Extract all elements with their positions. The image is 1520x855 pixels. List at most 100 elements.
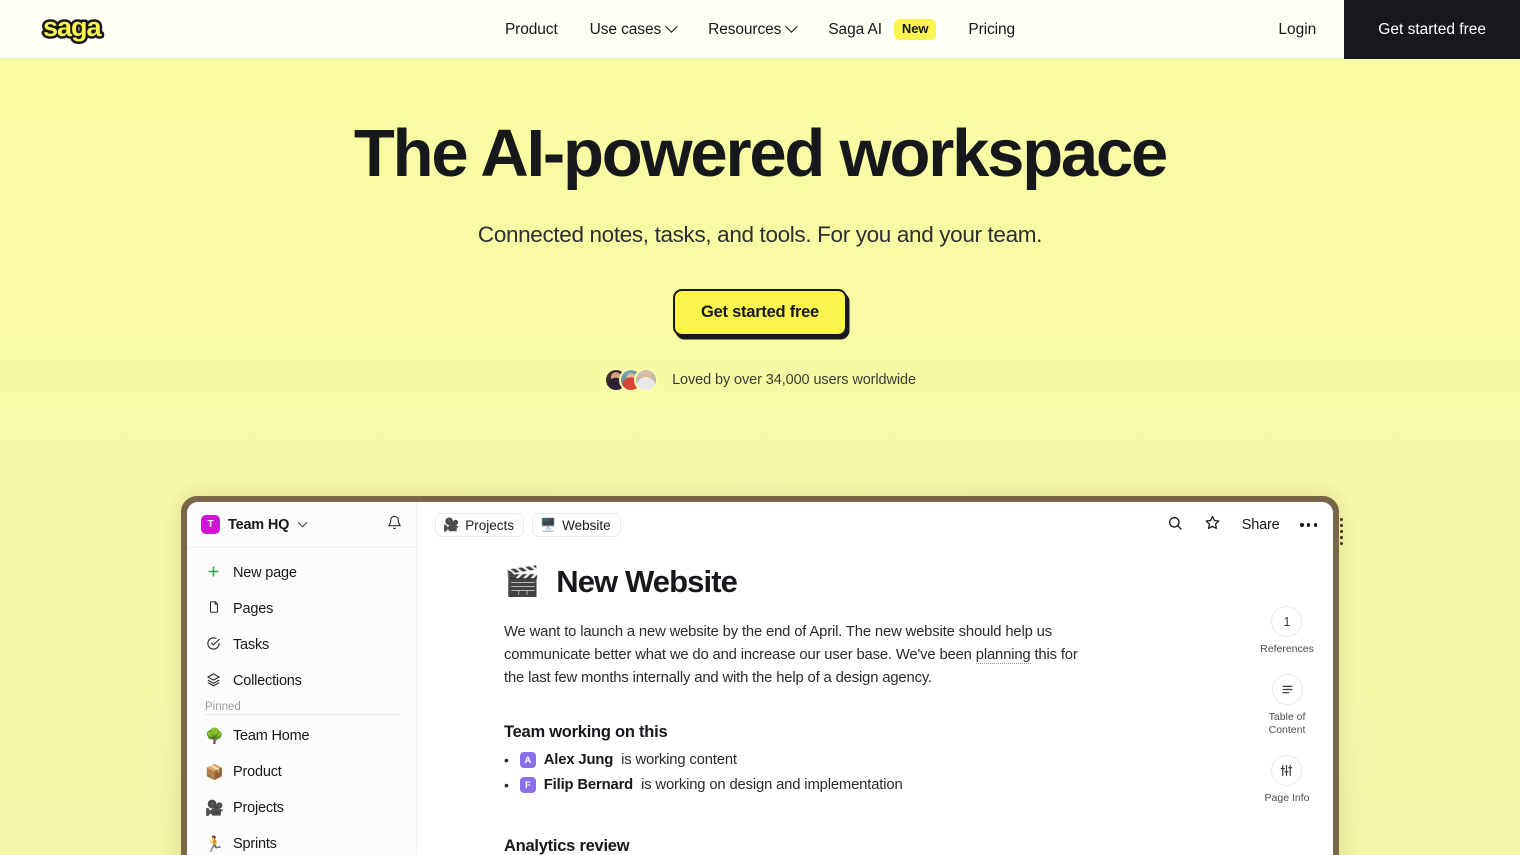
sidebar-nav: New page Pages Tasks Collections (187, 548, 416, 699)
nav-item-label: Resources (708, 20, 782, 38)
pinned-section-label: Pinned (205, 701, 241, 713)
list-item: F Filip Bernard is working on design and… (504, 777, 1097, 794)
nav-item-saga-ai[interactable]: Saga AI New (812, 0, 952, 59)
avatar: F (519, 777, 536, 794)
document-area: 🎬 New Website We want to launch a new we… (417, 548, 1333, 855)
pinned-section: Pinned (187, 701, 416, 718)
workspace-switcher[interactable]: T Team HQ (187, 502, 416, 548)
search-icon[interactable] (1167, 515, 1183, 536)
sidebar-item-label: Collections (233, 673, 302, 689)
hero-get-started-button[interactable]: Get started free (673, 289, 847, 337)
app-main: 🎥 Projects 🖥️ Website Share 🎬 New Websit… (417, 502, 1333, 855)
sidebar-item-projects[interactable]: 🎥 Projects (187, 790, 416, 826)
app-sidebar: T Team HQ New page Pages Tasks Collectio… (187, 502, 417, 855)
breadcrumb-label: Projects (465, 517, 514, 533)
nav-item-resources[interactable]: Resources (692, 0, 812, 59)
section-heading-analytics: Analytics review (504, 837, 630, 855)
star-icon[interactable] (1204, 514, 1221, 536)
breadcrumb-projects[interactable]: 🎥 Projects (435, 513, 524, 537)
avatar: A (519, 752, 536, 769)
list-icon (1271, 674, 1303, 706)
reference-count-badge: 1 (1271, 606, 1303, 637)
chevron-down-icon (665, 20, 678, 33)
rail-label: References (1260, 643, 1314, 655)
inline-link-planning[interactable]: planning (975, 647, 1031, 665)
runner-icon: 🏃 (205, 836, 224, 853)
social-proof: Loved by over 34,000 users worldwide (0, 368, 1520, 393)
document-paragraph: We want to launch a new website by the e… (504, 621, 1097, 690)
rail-item-references[interactable]: 1 References (1260, 606, 1314, 656)
clapper-board-icon: 🎬 (504, 566, 540, 598)
nav-item-pricing[interactable]: Pricing (952, 0, 1031, 59)
nav-item-product[interactable]: Product (489, 0, 574, 59)
share-button[interactable]: Share (1242, 517, 1280, 533)
monitor-icon: 🖥️ (539, 517, 557, 532)
page-title: 🎬 New Website (504, 564, 1097, 600)
chevron-down-icon (297, 517, 308, 528)
nav-item-use-cases[interactable]: Use cases (574, 0, 692, 59)
app-toolbar: 🎥 Projects 🖥️ Website Share (417, 502, 1333, 548)
layers-icon (205, 672, 222, 691)
sidebar-item-label: Pages (233, 601, 274, 617)
sidebar-item-label: Tasks (233, 637, 270, 653)
top-navigation-bar: saga saga Product Use cases Resources Sa… (0, 0, 1520, 59)
movie-camera-icon: 🎥 (205, 800, 224, 817)
sidebar-item-pages[interactable]: Pages (187, 591, 416, 627)
sidebar-item-collections[interactable]: Collections (187, 663, 416, 699)
social-proof-text: Loved by over 34,000 users worldwide (672, 372, 916, 389)
page-icon (205, 600, 222, 618)
nav-item-label: Saga AI (828, 20, 882, 38)
sidebar-item-new-page[interactable]: New page (187, 555, 416, 591)
paragraph-part-1: We want to launch a new website by the e… (504, 624, 1052, 664)
person-name[interactable]: Filip Bernard (544, 777, 633, 793)
app-preview-frame: T Team HQ New page Pages Tasks Collectio… (181, 496, 1343, 855)
sidebar-item-label: Product (233, 764, 282, 780)
person-role: is working on design and implementation (641, 777, 903, 794)
nav-get-started-button[interactable]: Get started free (1344, 0, 1520, 59)
page-title-text: New Website (556, 564, 738, 599)
breadcrumb-label: Website (562, 517, 611, 533)
check-circle-icon (205, 636, 222, 655)
divider (205, 714, 402, 715)
more-options-icon[interactable] (1300, 523, 1317, 527)
sidebar-item-label: Team Home (233, 728, 310, 744)
pinned-list: 🌳 Team Home 📦 Product 🎥 Projects 🏃 Sprin… (187, 718, 416, 855)
sidebar-item-product[interactable]: 📦 Product (187, 754, 416, 790)
document-right-rail: 1 References Table of Content Page Info (1255, 606, 1319, 806)
package-icon: 📦 (205, 764, 224, 781)
sidebar-item-label: Sprints (233, 836, 277, 852)
sidebar-item-tasks[interactable]: Tasks (187, 627, 416, 663)
chevron-down-icon (785, 20, 799, 33)
person-role: is working content (621, 752, 737, 769)
nav-actions: Login Get started free (1250, 0, 1520, 59)
notifications-bell-icon[interactable] (387, 515, 402, 535)
login-link[interactable]: Login (1250, 21, 1344, 39)
sidebar-item-team-home[interactable]: 🌳 Team Home (187, 718, 416, 754)
sliders-icon (1271, 755, 1303, 787)
workspace-name: Team HQ (228, 516, 290, 533)
plus-icon (205, 564, 222, 583)
sidebar-item-sprints[interactable]: 🏃 Sprints (187, 826, 416, 855)
tree-icon: 🌳 (205, 728, 224, 745)
nav-item-label: Product (504, 20, 558, 38)
rail-label: Table of Content (1268, 711, 1306, 737)
rail-label: Page Info (1264, 792, 1310, 805)
document-content: 🎬 New Website We want to launch a new we… (417, 564, 1177, 855)
workspace-avatar: T (201, 515, 220, 534)
breadcrumb-website[interactable]: 🖥️ Website (531, 513, 621, 537)
hero-headline: The AI-powered workspace (353, 116, 1168, 191)
avatar-group (604, 368, 659, 393)
hero-subheadline: Connected notes, tasks, and tools. For y… (477, 222, 1043, 248)
hero-section: The AI-powered workspace Connected notes… (0, 59, 1520, 855)
new-badge: New (893, 19, 937, 40)
rail-item-page-info[interactable]: Page Info (1264, 755, 1310, 805)
nav-item-label: Use cases (589, 20, 662, 38)
frame-scrollbar[interactable] (1339, 518, 1343, 545)
nav-item-label: Pricing (968, 20, 1016, 38)
sidebar-item-label: New page (233, 565, 297, 581)
list-item: A Alex Jung is working content (504, 752, 1097, 769)
person-name[interactable]: Alex Jung (544, 752, 614, 768)
rail-item-table-of-content[interactable]: Table of Content (1268, 674, 1306, 737)
toolbar-actions: Share (1167, 514, 1317, 536)
team-list: A Alex Jung is working content F Filip B… (504, 752, 1097, 794)
